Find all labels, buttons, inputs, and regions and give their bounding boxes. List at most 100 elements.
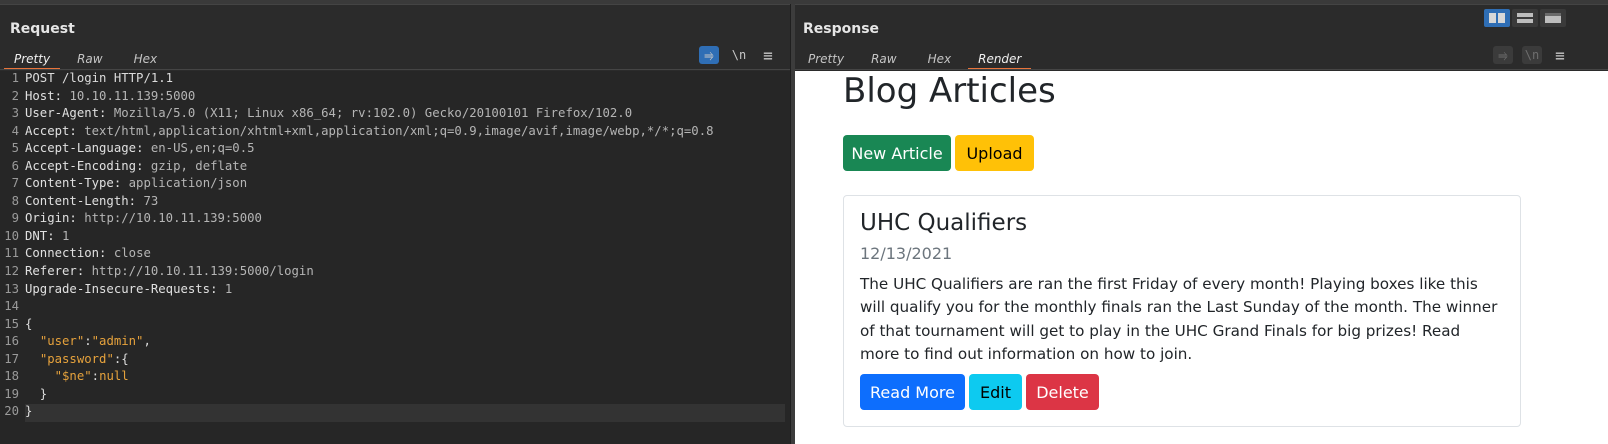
line-number: 4: [11, 123, 19, 138]
header-separator: :: [99, 106, 114, 121]
burp-message-editor: Request Pretty Raw Hex ⥤ \n ≡ 1234567891…: [0, 0, 1608, 444]
response-wrap-icon[interactable]: ⥤: [1493, 46, 1513, 64]
code-line[interactable]: Origin: http://10.10.11.139:5000: [25, 211, 785, 229]
edit-button[interactable]: Edit: [969, 374, 1022, 410]
header-separator: :: [136, 158, 151, 173]
code-line[interactable]: Accept-Language: en-US,en;q=0.5: [25, 141, 785, 159]
code-line[interactable]: "user":"admin",: [25, 334, 785, 352]
request-code[interactable]: POST /login HTTP/1.1 Host: 10.10.11.139:5…: [25, 71, 785, 422]
header-separator: :: [99, 246, 114, 261]
response-tab-underline: [795, 69, 1608, 70]
response-tab-pretty[interactable]: Pretty: [808, 48, 844, 70]
request-tab-pretty[interactable]: Pretty: [3, 48, 61, 70]
line-number: 17: [4, 351, 19, 366]
response-menu-icon[interactable]: ≡: [1550, 46, 1570, 65]
code-line[interactable]: Upgrade-Insecure-Requests: 1: [25, 282, 785, 300]
line-number: 15: [4, 316, 19, 331]
code-line[interactable]: Content-Type: application/json: [25, 176, 785, 194]
request-editor[interactable]: 1 2 3 4 5 6 7 8 9 10 11 12 13 14 15 16 17 18 19 20 POST /lo…: [0, 71, 790, 444]
code-line[interactable]: }: [25, 404, 785, 422]
response-newline-icon[interactable]: \n: [1522, 46, 1542, 64]
response-render-view: Blog Articles New Article Upload UHC Qua…: [795, 71, 1608, 444]
header-name: DNT: [25, 228, 48, 243]
header-value: 1: [62, 228, 70, 243]
new-article-button[interactable]: New Article: [843, 135, 951, 171]
layout-switcher: [1484, 9, 1568, 27]
request-newline-icon[interactable]: \n: [729, 46, 749, 64]
header-separator: :: [69, 211, 85, 226]
request-wrap-icon[interactable]: ⥤: [699, 46, 719, 64]
header-separator: :: [76, 264, 92, 279]
delete-button[interactable]: Delete: [1026, 374, 1099, 410]
json-separator: :: [84, 334, 92, 349]
code-line[interactable]: "$ne":null: [25, 369, 785, 387]
response-tab-render[interactable]: Render: [968, 48, 1032, 70]
response-pane-title: Response: [803, 21, 880, 37]
layout-side-by-side-icon[interactable]: [1484, 9, 1510, 27]
request-tab-raw[interactable]: Raw: [77, 48, 103, 70]
header-name: Referer: [25, 264, 77, 279]
line-number: 11: [4, 246, 19, 261]
line-number: 20: [4, 404, 19, 419]
line-number: 6: [11, 158, 19, 173]
line-number: 1: [11, 71, 19, 85]
json-value: null: [99, 369, 129, 384]
code-line[interactable]: {: [25, 317, 785, 335]
json-key: "password": [39, 351, 114, 366]
read-more-button[interactable]: Read More: [860, 374, 965, 410]
header-value: close: [113, 246, 151, 261]
line-number: 7: [11, 176, 19, 191]
code-line[interactable]: }: [25, 387, 785, 405]
header-name: User-Agent: [25, 106, 100, 121]
json-separator: :{: [113, 351, 129, 366]
layout-stacked-icon[interactable]: [1512, 9, 1538, 27]
article-date: 12/13/2021: [860, 244, 953, 263]
header-value: en-US,en;q=0.5: [150, 141, 255, 156]
response-tab-raw[interactable]: Raw: [871, 48, 897, 70]
layout-tabs-icon[interactable]: [1540, 9, 1566, 27]
page-title: Blog Articles: [843, 71, 1056, 111]
header-separator: :: [113, 176, 129, 191]
request-menu-icon[interactable]: ≡: [758, 46, 778, 65]
code-line[interactable]: Referer: http://10.10.11.139:5000/login: [25, 264, 785, 282]
code-line[interactable]: Content-Length: 73: [25, 194, 785, 212]
upload-button[interactable]: Upload: [955, 135, 1034, 171]
line-number: 8: [11, 193, 19, 208]
code-line[interactable]: Connection: close: [25, 246, 785, 264]
line-number: 14: [4, 299, 19, 314]
header-value: 1: [224, 281, 233, 296]
header-name: Origin: [25, 211, 70, 226]
code-line[interactable]: Host: 10.10.11.139:5000: [25, 89, 785, 107]
code-line[interactable]: POST /login HTTP/1.1: [25, 71, 785, 89]
header-separator: :: [54, 88, 70, 103]
header-value: text/html,application/xhtml+xml,applicat…: [84, 123, 714, 138]
code-line[interactable]: User-Agent: Mozilla/5.0 (X11; Linux x86_…: [25, 106, 785, 124]
code-text: POST /login HTTP/1.1: [25, 71, 174, 85]
response-tabs: Pretty Raw Hex Render: [808, 48, 1032, 70]
header-name: Accept-Language: [25, 141, 137, 156]
header-value: application/json: [128, 176, 248, 191]
code-line[interactable]: [25, 299, 785, 317]
code-line[interactable]: DNT: 1: [25, 229, 785, 247]
line-number: 18: [4, 369, 19, 384]
code-line[interactable]: "password":{: [25, 352, 785, 370]
header-separator: :: [69, 123, 85, 138]
request-pane-title: Request: [10, 21, 75, 37]
article-title: UHC Qualifiers: [860, 210, 1028, 236]
code-line[interactable]: Accept-Encoding: gzip, deflate: [25, 159, 785, 177]
request-tab-underline: [0, 69, 790, 70]
json-key: "$ne": [54, 369, 92, 384]
code-line[interactable]: Accept: text/html,application/xhtml+xml,…: [25, 124, 785, 142]
request-tab-hex[interactable]: Hex: [134, 48, 158, 70]
json-value: "admin": [91, 334, 144, 349]
header-separator: :: [210, 281, 225, 296]
line-number-gutter: 1 2 3 4 5 6 7 8 9 10 11 12 13 14 15 16 17 18 19 20: [0, 71, 22, 422]
line-number: 9: [11, 211, 19, 226]
article-card: UHC Qualifiers 12/13/2021 The UHC Qualif…: [843, 195, 1521, 427]
article-body: The UHC Qualifiers are ran the first Fri…: [860, 275, 1498, 364]
header-value: Mozilla/5.0 (X11; Linux x86_64; rv:102.0…: [113, 106, 633, 121]
response-tab-hex[interactable]: Hex: [928, 48, 952, 70]
json-separator: :: [91, 369, 100, 384]
top-border: [0, 0, 1608, 5]
